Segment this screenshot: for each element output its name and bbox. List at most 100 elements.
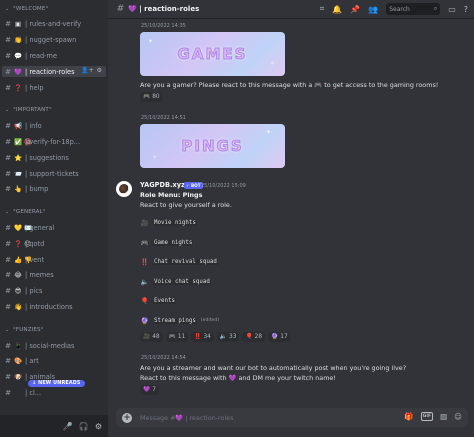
channel-category[interactable]: ⌄ °IMPORTANT° <box>2 105 106 116</box>
help-icon[interactable]: ? <box>464 5 468 14</box>
new-unreads-pill[interactable]: ↓ NEW UNREADS <box>28 380 85 387</box>
games-banner-image[interactable]: ✦ ✧ GAMES <box>140 32 285 76</box>
sidebar-channel-item[interactable]: # 👏 | nugget-spawn <box>2 35 106 46</box>
message-timestamp: 25/10/2022 14:51 <box>141 115 186 121</box>
reaction-button[interactable]: 💜 7 <box>140 385 159 395</box>
hash-icon: # <box>5 373 11 382</box>
headphones-icon[interactable]: 🎧 <box>79 422 89 431</box>
emoji-icon[interactable]: ☺ <box>454 412 462 421</box>
message-text: Are you a gamer? Please react to this me… <box>140 81 439 89</box>
sidebar-channel-item[interactable]: # ❓ | help <box>2 82 106 93</box>
role-label: Stream pings <box>153 317 197 324</box>
channel-emoji: 😎 <box>14 287 22 296</box>
role-label: Game nights <box>153 239 194 246</box>
author-name[interactable]: YAGPDB.xyz <box>140 181 185 189</box>
channel-category[interactable]: ⌄ °GENERAL° <box>2 207 106 218</box>
channel-category[interactable]: ⌄ °WELCOME° <box>2 3 106 14</box>
role-label: Movie nights <box>153 220 197 226</box>
reaction-button[interactable]: 🎮 11 <box>165 332 189 342</box>
microphone-icon[interactable]: 🎤 <box>63 422 73 431</box>
gear-icon[interactable]: ⚙ <box>95 422 102 431</box>
role-menu-item: 🎈 Events <box>140 297 176 305</box>
reaction-count: 28 <box>254 334 263 340</box>
sidebar-channel-item[interactable]: # 💬 | read-me <box>2 50 106 61</box>
sidebar-channel-item[interactable]: # ❓ 😐 | qotd <box>2 238 106 249</box>
threads-icon[interactable]: ⌗ <box>320 4 325 14</box>
hash-icon: # <box>5 185 11 194</box>
message-composer[interactable]: + Message #💜 | reaction-roles 🎁 GIF ▨ ☺ <box>116 408 468 427</box>
pin-icon[interactable]: 📌 <box>350 5 360 14</box>
role-label: Voice chat squad <box>153 278 211 285</box>
header-toolbar: ⌗ 🔔 📌 👥 Search ⌕ ▭ ? <box>320 3 468 15</box>
channel-emoji: ❓ 😐 <box>14 239 31 248</box>
search-input[interactable]: Search ⌕ <box>386 3 441 15</box>
sidebar-channel-item[interactable]: # 💛 ✉️ | general <box>2 222 106 233</box>
role-emoji: 🔈 <box>140 277 149 286</box>
sidebar-channel-item[interactable]: # 📨 | support-tickets <box>2 168 106 179</box>
sidebar-channel-item[interactable]: # 👆 | bump <box>2 184 106 195</box>
reaction-button[interactable]: 🔮 17 <box>268 332 291 342</box>
sidebar-channel-item[interactable]: # | cl... <box>2 387 106 398</box>
gear-icon[interactable]: ⚙ <box>97 67 102 74</box>
reaction-button[interactable]: 🔈 33 <box>216 332 240 342</box>
sidebar-channel-item[interactable]: # 💜 | reaction-roles 👤+ ⚙ <box>2 66 106 78</box>
reaction-button[interactable]: 🎈 28 <box>242 332 266 342</box>
reaction-count: 7 <box>152 387 156 393</box>
channel-title: 💜 | reaction-roles <box>128 5 200 13</box>
inbox-icon[interactable]: ▭ <box>448 5 456 14</box>
pings-banner-image[interactable]: ✧ ✦ PINGS <box>140 124 285 168</box>
reaction-emoji: ‼️ <box>194 334 202 340</box>
sticker-icon[interactable]: ▨ <box>440 412 447 421</box>
avatar[interactable] <box>116 181 132 197</box>
search-placeholder: Search <box>389 5 410 13</box>
chevron-down-icon: ⌄ <box>5 107 10 114</box>
sidebar-channel-item[interactable]: # 👋 | introductions <box>2 301 106 312</box>
sidebar-channel-item[interactable]: # 😂 | memes <box>2 270 106 281</box>
reaction-button[interactable]: 🎥 48 <box>140 332 163 342</box>
sidebar-channel-item[interactable]: # 👍 👎 | vent <box>2 254 106 265</box>
sidebar-channel-item[interactable]: # 😎 | pics <box>2 286 106 297</box>
channel-header: # 💜 | reaction-roles ⌗ 🔔 📌 👥 Search ⌕ ▭ … <box>108 0 474 19</box>
sidebar-channel-item[interactable]: # 📱 | social-medias <box>2 340 106 351</box>
gift-icon[interactable]: 🎁 <box>404 412 413 421</box>
hash-icon: # <box>116 4 125 14</box>
reaction-button[interactable]: ‼️ 34 <box>191 332 214 342</box>
role-menu-item: 🔮 Stream pings (edited) <box>140 317 219 325</box>
bell-icon[interactable]: 🔔 <box>332 5 342 14</box>
role-emoji: 🎈 <box>140 297 149 305</box>
channel-emoji: 📱 <box>14 341 23 350</box>
message-timestamp: 25/10/2022 14:54 <box>141 355 186 361</box>
channel-label: | bump <box>25 185 49 194</box>
reaction-row: 🎥 48 🎮 11 ‼️ 34 🔈 33 🎈 28 🔮 17 <box>140 332 291 342</box>
hash-icon: # <box>5 388 11 397</box>
sidebar-channel-item[interactable]: # 🎨 | art <box>2 356 106 367</box>
reaction-button[interactable]: 🎮 80 <box>140 92 163 102</box>
avatar-image <box>119 184 129 194</box>
channel-emoji: 💬 <box>14 51 23 60</box>
channel-label: | general <box>25 223 55 232</box>
hash-icon: # <box>5 122 11 131</box>
hash-icon: # <box>5 271 11 280</box>
new-unreads-label: NEW UNREADS <box>38 381 81 386</box>
channel-label: | vent <box>25 255 45 264</box>
sidebar-channel-item[interactable]: # ✅ 🔞 | verify-for-18p... <box>2 136 106 147</box>
plus-icon[interactable]: + <box>122 412 132 423</box>
hash-icon: # <box>5 137 11 146</box>
role-menu-item: 🎮 Game nights <box>140 239 194 247</box>
members-icon[interactable]: 👥 <box>368 5 378 14</box>
role-emoji: ‼️ <box>140 258 149 266</box>
role-menu-item: 🔈 Voice chat squad <box>140 278 211 286</box>
sidebar-channel-item[interactable]: # 📢 | info <box>2 121 106 132</box>
sidebar-channel-item[interactable]: # ⭐ | suggestions <box>2 152 106 163</box>
message-input[interactable]: Message #💜 | reaction-roles <box>140 414 233 422</box>
gif-icon[interactable]: GIF <box>420 412 434 421</box>
reaction-emoji: 💜 <box>143 387 151 393</box>
arrow-down-icon: ↓ <box>32 381 37 386</box>
invite-icon[interactable]: 👤+ <box>81 67 94 74</box>
channel-emoji: ▣ <box>14 20 22 29</box>
bot-badge: ✓ BOT <box>184 182 203 189</box>
channel-category[interactable]: ⌄ °FUNZIES° <box>2 324 106 335</box>
channel-label: | memes <box>25 271 54 280</box>
sidebar-channel-item[interactable]: # ▣ | rules-and-verify <box>2 19 106 30</box>
hash-icon: # <box>5 83 11 92</box>
